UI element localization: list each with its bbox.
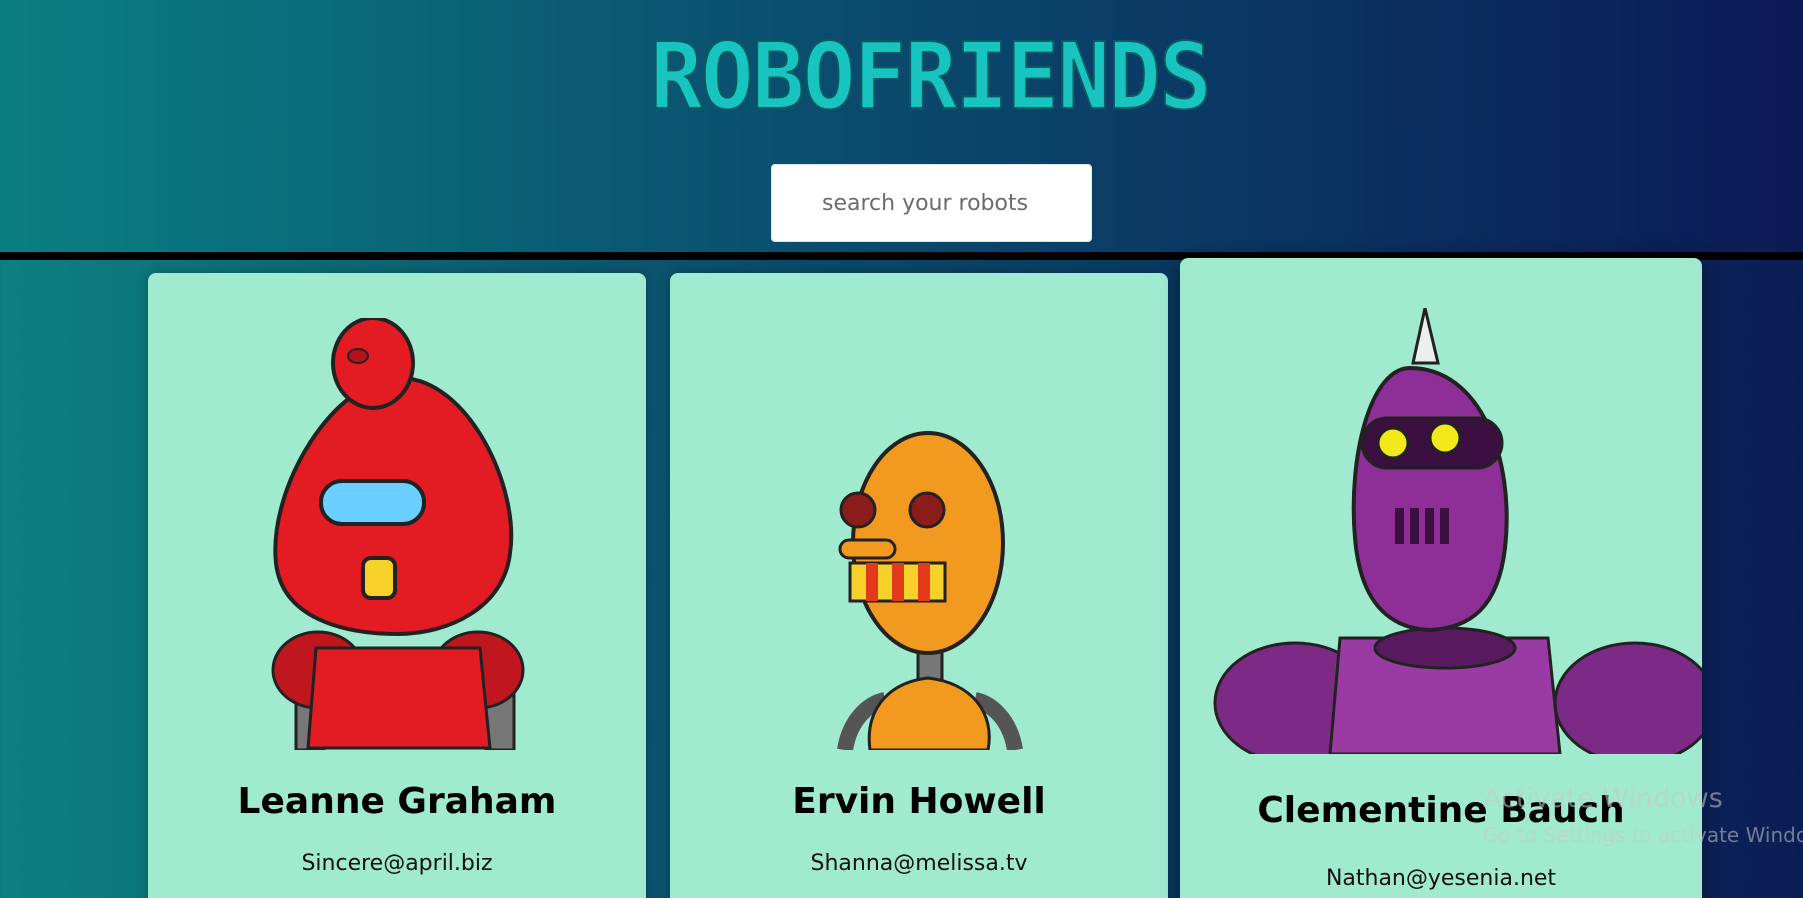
robot-card: Leanne Graham Sincere@april.biz xyxy=(148,273,646,898)
card-name: Ervin Howell xyxy=(792,781,1046,822)
activate-windows-title: Activate Windows xyxy=(1483,783,1723,814)
purple-robot-icon xyxy=(1213,308,1702,754)
robot-card: Ervin Howell Shanna@melissa.tv xyxy=(670,273,1168,898)
red-robot-icon xyxy=(271,318,525,750)
card-email: Sincere@april.biz xyxy=(301,851,493,876)
activate-windows-subtitle: Go to Settings to activate Windows. xyxy=(1483,823,1803,847)
header: ROBOFRIENDS xyxy=(0,0,1803,252)
search-input[interactable] xyxy=(771,164,1092,242)
card-email: Nathan@yesenia.net xyxy=(1325,866,1557,891)
svg-text:ROBOFRIENDS: ROBOFRIENDS xyxy=(650,30,1210,120)
card-name: Leanne Graham xyxy=(237,781,557,822)
app-title: ROBOFRIENDS xyxy=(649,30,1213,120)
card-email: Shanna@melissa.tv xyxy=(810,851,1028,876)
orange-robot-icon xyxy=(837,431,1023,750)
